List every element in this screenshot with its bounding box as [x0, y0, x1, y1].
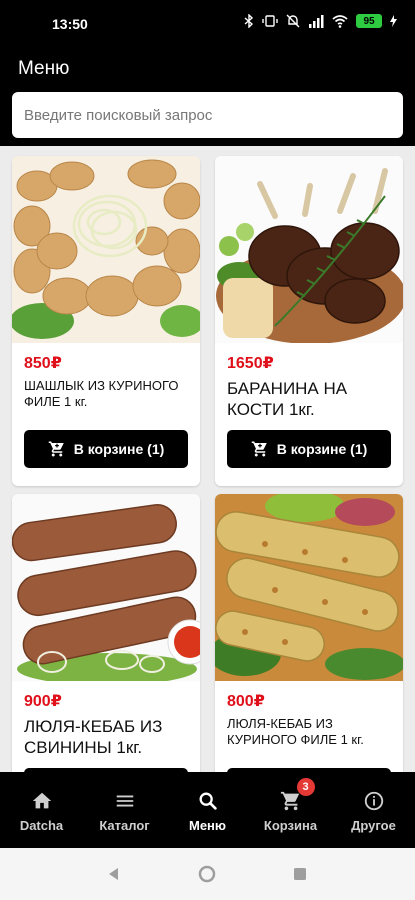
product-price: 900₽: [24, 693, 62, 710]
pork-lula-kebab-image: [12, 494, 200, 681]
product-card[interactable]: 800₽ ЛЮЛЯ-КЕБАБ ИЗ КУРИНОГО ФИЛЕ 1 кг.: [215, 494, 403, 772]
product-image[interactable]: [215, 156, 403, 343]
chicken-shashlik-image: [12, 156, 200, 343]
product-name: ЛЮЛЯ-КЕБАБ ИЗ СВИНИНЫ 1кг.: [24, 717, 163, 758]
lamb-ribs-image: [215, 156, 403, 343]
chicken-lula-kebab-image: [215, 494, 403, 681]
search-input[interactable]: [12, 92, 403, 138]
status-time: 13:50: [52, 16, 88, 32]
product-price: 1650₽: [227, 355, 274, 372]
product-card[interactable]: 900₽ ЛЮЛЯ-КЕБАБ ИЗ СВИНИНЫ 1кг.: [12, 494, 200, 772]
status-bar: 13:50 95: [0, 0, 415, 48]
nav-label: Другое: [351, 817, 396, 833]
signal-icon: [309, 15, 324, 28]
battery-icon: 95: [356, 14, 382, 28]
wifi-icon: [332, 15, 348, 28]
nav-item-cart[interactable]: 3 Корзина: [249, 772, 332, 848]
product-grid-area[interactable]: 850₽ ШАШЛЫК ИЗ КУРИНОГО ФИЛЕ 1 кг. В кор…: [0, 146, 415, 772]
back-icon[interactable]: [106, 866, 120, 882]
recents-icon[interactable]: [293, 867, 307, 881]
product-name: БАРАНИНА НА КОСТИ 1кг.: [227, 379, 348, 420]
home-icon: [29, 788, 55, 814]
info-icon: [361, 788, 387, 814]
app-bar: Меню: [0, 48, 415, 88]
nav-label: Меню: [188, 817, 226, 833]
product-image[interactable]: [215, 494, 403, 681]
in-cart-button[interactable]: В корзине (1): [227, 430, 391, 468]
product-price: 800₽: [227, 693, 265, 710]
bottom-navigation: Datcha Каталог Меню 3 Корзина Другое: [0, 772, 415, 848]
search-box[interactable]: [12, 92, 403, 138]
cart-count-badge: 3: [296, 778, 315, 796]
nav-label: Datcha: [19, 817, 64, 833]
nav-item-menu[interactable]: Меню: [166, 772, 249, 848]
bluetooth-icon: [244, 14, 254, 28]
page-title: Меню: [18, 58, 70, 79]
product-name: ЛЮЛЯ-КЕБАБ ИЗ КУРИНОГО ФИЛЕ 1 кг.: [227, 716, 364, 748]
vibrate-icon: [262, 15, 278, 27]
charging-icon: [390, 15, 397, 27]
in-cart-button[interactable]: В корзине (1): [24, 430, 188, 468]
cart-plus-icon: [48, 441, 64, 457]
system-navigation-bar: [0, 848, 415, 900]
status-icons: 95: [244, 14, 397, 28]
product-card[interactable]: 1650₽ БАРАНИНА НА КОСТИ 1кг. В корзине (…: [215, 156, 403, 486]
product-image[interactable]: [12, 156, 200, 343]
product-name: ШАШЛЫК ИЗ КУРИНОГО ФИЛЕ 1 кг.: [24, 378, 179, 410]
mute-icon: [286, 14, 300, 28]
product-price: 850₽: [24, 355, 62, 372]
search-icon: [195, 788, 221, 814]
home-button-icon[interactable]: [198, 865, 216, 883]
in-cart-label: В корзине (1): [73, 441, 165, 457]
menu-icon: [112, 788, 138, 814]
in-cart-label: В корзине (1): [276, 441, 368, 457]
cart-plus-icon: [251, 441, 267, 457]
nav-label: Каталог: [99, 817, 150, 833]
product-card[interactable]: 850₽ ШАШЛЫК ИЗ КУРИНОГО ФИЛЕ 1 кг. В кор…: [12, 156, 200, 486]
nav-item-datcha[interactable]: Datcha: [0, 772, 83, 848]
nav-label: Корзина: [263, 817, 318, 833]
nav-item-other[interactable]: Другое: [332, 772, 415, 848]
nav-item-catalog[interactable]: Каталог: [83, 772, 166, 848]
product-image[interactable]: [12, 494, 200, 681]
